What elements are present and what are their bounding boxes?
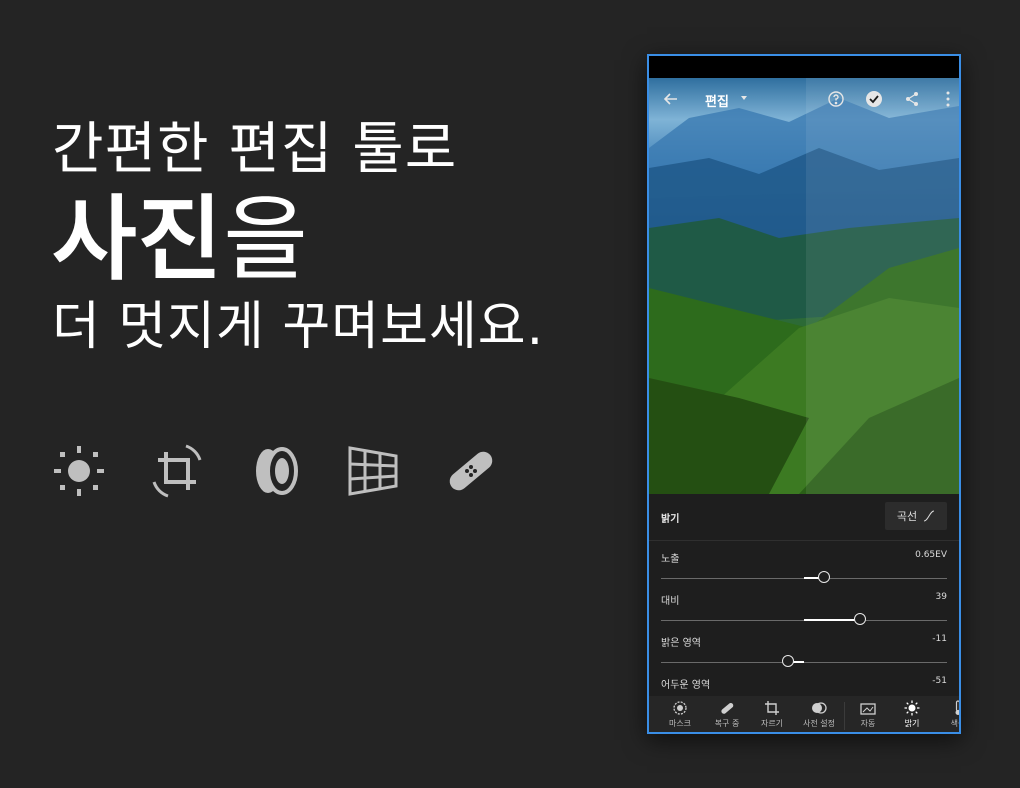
slider-value: -11: [932, 634, 947, 644]
hero-line-2: 사진을: [52, 188, 544, 292]
nav-item-label: 자동: [860, 719, 876, 728]
toolbar-divider: [844, 702, 845, 730]
chevron-down-icon[interactable]: [739, 93, 749, 103]
nav-item[interactable]: 사전 설정: [796, 696, 842, 732]
nav-item-label: 사전 설정: [803, 719, 835, 728]
share-icon[interactable]: [903, 90, 921, 108]
edit-title[interactable]: 편집: [705, 91, 729, 110]
feature-icons: [50, 442, 500, 500]
slider-row: 노출 0.65EV: [661, 550, 947, 590]
slider-label: 어두운 영역: [661, 680, 711, 691]
nav-item-label: 자르기: [760, 719, 784, 728]
curve-icon: [923, 510, 935, 522]
slider-thumb[interactable]: [782, 655, 795, 667]
slider-label: 밝은 영역: [661, 638, 701, 649]
top-bar: 편집: [649, 78, 959, 122]
panel-section-title: 밝기: [661, 514, 680, 525]
slider-label: 대비: [661, 596, 680, 607]
auto-icon: [860, 703, 876, 715]
hero-line-1: 간편한 편집 툴로: [52, 117, 458, 182]
nav-item-label: 밝기: [904, 719, 920, 728]
nav-item[interactable]: 마스크: [657, 696, 703, 732]
sun-icon: [904, 700, 920, 716]
nav-item[interactable]: 자동: [845, 696, 891, 732]
edited-photo: [649, 78, 959, 494]
slider-label: 노출: [661, 554, 680, 565]
thermometer-icon: [955, 700, 959, 715]
nav-item[interactable]: 밝기: [889, 696, 935, 732]
hero-text: 간편한 편집 툴로 사진을 더 멋지게 꾸며보세요.: [52, 118, 544, 358]
hero-line-2-light: 을: [223, 186, 309, 293]
bandage-icon: [721, 702, 734, 714]
hero-line-2-strong: 사진: [52, 186, 224, 293]
before-after-split: [806, 78, 959, 494]
nav-item[interactable]: 복구 중: [704, 696, 750, 732]
slider-fill: [804, 619, 860, 621]
bottom-toolbar: 마스크 복구 중 자르기 사전 설정 자동 밝기 색상: [649, 696, 959, 734]
slider-thumb[interactable]: [853, 613, 866, 625]
slider-row: 밝은 영역 -11: [661, 634, 947, 674]
slider-value: -51: [932, 676, 947, 686]
sun-icon: [50, 442, 108, 500]
checkmark-icon[interactable]: [865, 90, 883, 108]
slider-track[interactable]: [661, 662, 947, 663]
lens-icon: [246, 442, 304, 500]
nav-item-label: 색상: [950, 719, 959, 728]
curve-button[interactable]: 곡선: [885, 502, 947, 530]
curve-button-label: 곡선: [896, 510, 918, 523]
nav-item[interactable]: 색상: [935, 696, 959, 732]
phone-mockup: 편집 밝기 곡선 노출 0.65EV 대비 39 밝은 영역 -11 어두운 영…: [647, 54, 961, 734]
presets-icon: [812, 702, 827, 714]
crop-icon: [765, 701, 779, 715]
mask-icon: [673, 701, 687, 715]
crop-rotate-icon: [148, 442, 206, 500]
slider-row: 대비 39: [661, 592, 947, 632]
perspective-grid-icon: [344, 442, 402, 500]
hero-line-3: 더 멋지게 꾸며보세요.: [52, 297, 545, 357]
status-bar: [649, 56, 959, 78]
nav-item-label: 마스크: [668, 719, 692, 728]
bandage-icon: [442, 442, 500, 500]
help-icon[interactable]: [827, 90, 845, 108]
nav-item[interactable]: 자르기: [749, 696, 795, 732]
panel-header: 밝기 곡선: [649, 494, 959, 541]
active-tab-indicator: [898, 733, 926, 734]
nav-item-label: 복구 중: [714, 719, 740, 728]
slider-value: 39: [935, 592, 947, 602]
more-vertical-icon[interactable]: [939, 90, 957, 108]
slider-value: 0.65EV: [915, 550, 947, 560]
slider-thumb[interactable]: [818, 571, 831, 583]
back-arrow-icon[interactable]: [661, 89, 681, 109]
light-panel: 밝기 곡선 노출 0.65EV 대비 39 밝은 영역 -11 어두운 영역 -51: [649, 494, 959, 709]
